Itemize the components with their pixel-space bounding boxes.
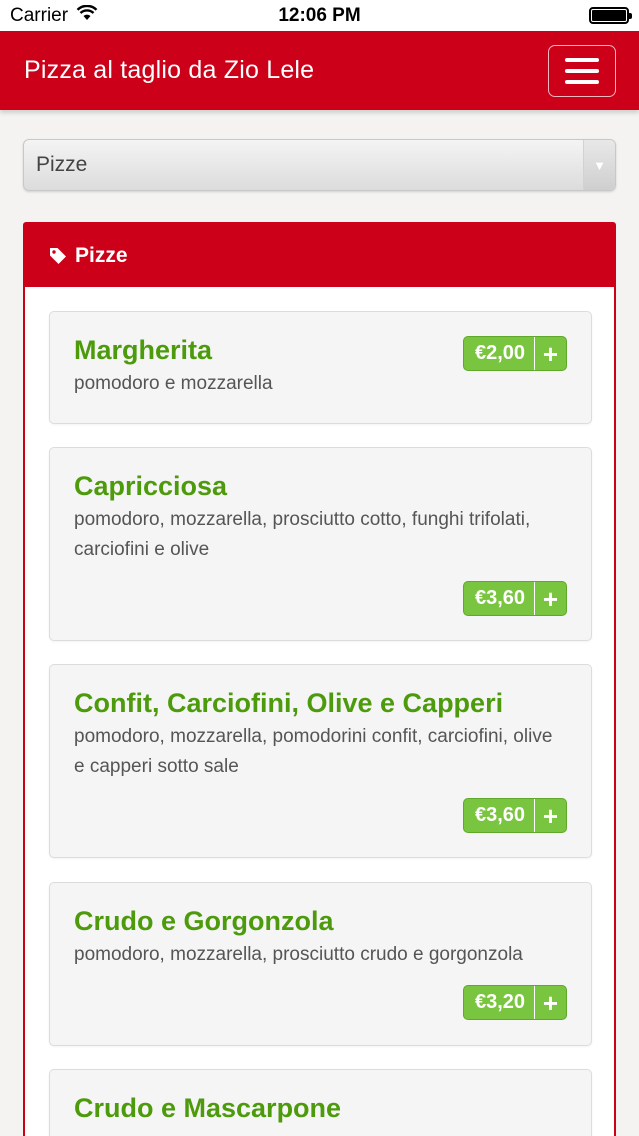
product-description: pomodoro, mozzarella, prosciutto crudo e…	[74, 944, 523, 965]
plus-icon: +	[534, 582, 566, 615]
product-price: €3,60	[474, 587, 526, 609]
battery-icon	[589, 7, 632, 24]
product-price: €3,60	[474, 804, 526, 826]
product-name: Confit, Carciofini, Olive e Capperi	[74, 688, 504, 718]
plus-icon: +	[534, 799, 566, 832]
panel-heading: Pizze	[25, 224, 614, 287]
product-card: Confit, Carciofini, Olive e Capperi pomo…	[49, 664, 592, 858]
add-to-cart-button[interactable]: €3,60 +	[463, 581, 567, 616]
add-to-cart-button[interactable]: €2,00 +	[463, 336, 567, 371]
category-panel: Pizze Margherita pomodoro e mozzarella €…	[23, 222, 616, 1136]
product-description: pomodoro, mozzarella, pomodorini confit,…	[74, 726, 553, 777]
product-card: Crudo e Mascarpone	[49, 1069, 592, 1136]
product-price: €3,20	[474, 991, 526, 1013]
hamburger-menu-icon[interactable]	[548, 44, 616, 97]
product-name: Crudo e Mascarpone	[74, 1093, 342, 1123]
product-name: Capricciosa	[74, 471, 228, 501]
product-name: Crudo e Gorgonzola	[74, 906, 334, 936]
plus-icon: +	[534, 986, 566, 1019]
add-to-cart-button[interactable]: €3,20 +	[463, 985, 567, 1020]
product-description: pomodoro, mozzarella, prosciutto cotto, …	[74, 509, 531, 560]
plus-icon: +	[534, 337, 566, 370]
product-description: pomodoro e mozzarella	[74, 373, 273, 394]
panel-title: Pizze	[75, 243, 128, 267]
product-price: €2,00	[474, 342, 526, 364]
product-name: Margherita	[74, 335, 213, 365]
product-card: Margherita pomodoro e mozzarella €2,00 +	[49, 311, 592, 424]
app-title: Pizza al taglio da Zio Lele	[24, 56, 315, 84]
product-card: Capricciosa pomodoro, mozzarella, prosci…	[49, 447, 592, 641]
category-select[interactable]: Pizze ▼	[23, 139, 616, 191]
category-select-value: Pizze	[36, 153, 88, 176]
tag-icon	[49, 247, 67, 265]
status-left: Carrier	[10, 4, 98, 27]
wifi-icon	[76, 4, 98, 27]
product-card: Crudo e Gorgonzola pomodoro, mozzarella,…	[49, 882, 592, 1046]
carrier-label: Carrier	[10, 4, 69, 26]
status-bar: Carrier 12:06 PM	[0, 0, 639, 31]
add-to-cart-button[interactable]: €3,60 +	[463, 798, 567, 833]
chevron-down-icon: ▼	[583, 140, 615, 190]
app-header: Pizza al taglio da Zio Lele	[0, 31, 639, 110]
